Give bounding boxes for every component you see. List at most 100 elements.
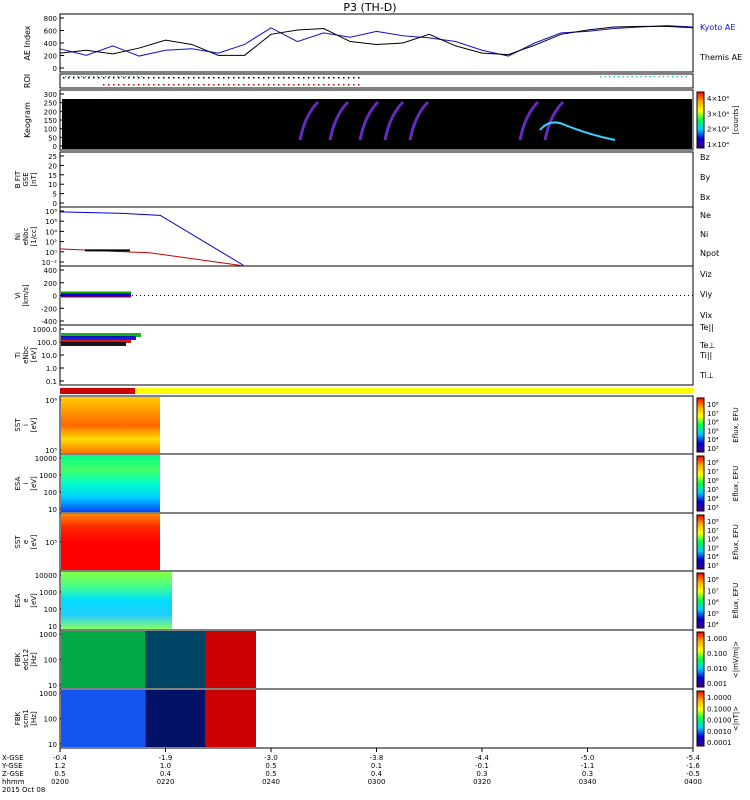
xaxis-value: -5.0 (581, 754, 595, 762)
roi-dot (88, 77, 90, 79)
ytick-fbk_b: 100 (44, 716, 57, 724)
xaxis-value: 0240 (262, 778, 280, 786)
roi-dot (613, 76, 615, 78)
roi-dot (97, 76, 99, 78)
roi-dot (268, 77, 270, 79)
fbk-edc12-stripe (220, 631, 223, 688)
ylabel-sst_i: SST (14, 418, 22, 432)
roi-dot (308, 84, 310, 86)
ylabel-fbk_e: edc12 (22, 649, 30, 671)
roi-dot (93, 77, 95, 79)
roi-dot (103, 84, 105, 86)
roi-dot (654, 76, 656, 78)
fbk-scm1-stripe (214, 690, 217, 747)
ytick-ti: 1000.0 (33, 326, 58, 334)
ytick-keogram: 0 (53, 143, 57, 151)
colorbar-tick-fbk_e: 1.000 (707, 635, 727, 643)
fbk-edc12-stripe (244, 631, 247, 688)
roi-dot (313, 77, 315, 79)
roi-dot (288, 77, 290, 79)
roi-dot (143, 84, 145, 86)
roi-dot (218, 84, 220, 86)
roi-dot (288, 84, 290, 86)
esa-ion-spectrogram (61, 455, 160, 512)
plot-stack: P3 (TH-D) 8006004002000AE IndexROI300250… (1, 1, 742, 794)
ylabel-ni: [1/cc] (30, 226, 38, 246)
vi-series-band (61, 293, 131, 297)
roi-dot (108, 77, 110, 79)
roi-dot (243, 77, 245, 79)
roi-dot (238, 77, 240, 79)
ytick-fbk_b: 1000 (39, 690, 57, 698)
roi-dot (183, 84, 185, 86)
ylabel-keogram: Keogram (23, 102, 32, 138)
ytick-vi: -400 (41, 318, 57, 326)
roi-dot (609, 76, 611, 78)
colorbar-tick-sst_e: 10⁵ (707, 544, 719, 552)
roi-dot (137, 76, 139, 78)
roi-dot (113, 76, 115, 78)
roi-dot (173, 84, 175, 86)
ylabel-esa_e: e (22, 598, 30, 602)
ytick-vi: 400 (44, 267, 57, 275)
roi-dot (649, 76, 651, 78)
ylabel-esa_e: ESA (14, 593, 22, 607)
ytick-ni: 10⁻² (42, 259, 58, 267)
roi-dot (168, 77, 170, 79)
ylabel-fbk_e: [Hz] (30, 652, 38, 667)
fbk-scm1-stripe (253, 690, 256, 747)
frame-bfit (59, 151, 694, 208)
roi-dot (308, 77, 310, 79)
plot-title: P3 (TH-D) (343, 1, 396, 14)
ytick-bfit: 0 (53, 200, 57, 208)
xaxis-value: 0200 (51, 778, 69, 786)
fbk-scm1-stripe (229, 690, 232, 747)
fbk-edc12-stripe (226, 631, 229, 688)
xaxis-value: -4.4 (475, 754, 489, 762)
ylabel-roi: ROI (23, 74, 32, 88)
roi-dot (228, 84, 230, 86)
ytick-bfit: 15 (48, 172, 57, 180)
roi-dot (103, 77, 105, 79)
colorbar-keogram (696, 91, 705, 149)
ytick-ti: 100.0 (37, 339, 57, 347)
vi-panel: Viz Viy Vix (60, 270, 713, 320)
xaxis-value: -1.9 (159, 754, 173, 762)
ylabel-ti: Ti (14, 352, 22, 359)
roi-dot (65, 76, 67, 78)
xaxis-row-label: hhmm (2, 778, 25, 786)
colorbar-label-keogram: [counts] (732, 105, 740, 134)
legend-bz: Bz (700, 153, 710, 162)
xaxis-value: 0340 (579, 778, 597, 786)
ytick-bfit: 20 (48, 162, 57, 170)
legend-te-par: Te|| (699, 323, 714, 332)
roi-dot (188, 77, 190, 79)
roi-dot (193, 84, 195, 86)
ytick-vi: -200 (41, 305, 57, 313)
xaxis-row-label: X-GSE (2, 754, 24, 762)
fbk-edc12-stripe (247, 631, 250, 688)
xaxis-value: 0.1 (371, 762, 382, 770)
colorbar-label-sst_e: Eflux, EFU (732, 524, 740, 559)
roi-dot (658, 76, 660, 78)
legend-kyoto-ae: Kyoto AE (700, 23, 735, 32)
xaxis-value: -5.4 (686, 754, 700, 762)
roi-dot (218, 77, 220, 79)
roi-dot (293, 84, 295, 86)
colorbars: 4×10⁴3×10⁴2×10⁴1×10⁴[counts]10⁸10⁷10⁶10⁵… (696, 91, 740, 747)
fbk-edc12-stripe (250, 631, 253, 688)
colorbar-tick-esa_e: 10⁷ (707, 587, 719, 595)
colorbar-tick-keogram: 3×10⁴ (707, 110, 729, 118)
fbk-scm1-stripe (247, 690, 250, 747)
roi-dot (685, 76, 687, 78)
roi-dot (198, 84, 200, 86)
roi-dot (233, 77, 235, 79)
ytick-keogram: 300 (44, 91, 57, 99)
ytick-keogram: 150 (44, 117, 57, 125)
roi-dot (600, 76, 602, 78)
fbk-scm1-mid (146, 690, 205, 747)
roi-dot (183, 77, 185, 79)
colorbar-tick-sst_e: 10⁷ (707, 527, 719, 535)
roi-dot (168, 84, 170, 86)
roi-dot (622, 76, 624, 78)
